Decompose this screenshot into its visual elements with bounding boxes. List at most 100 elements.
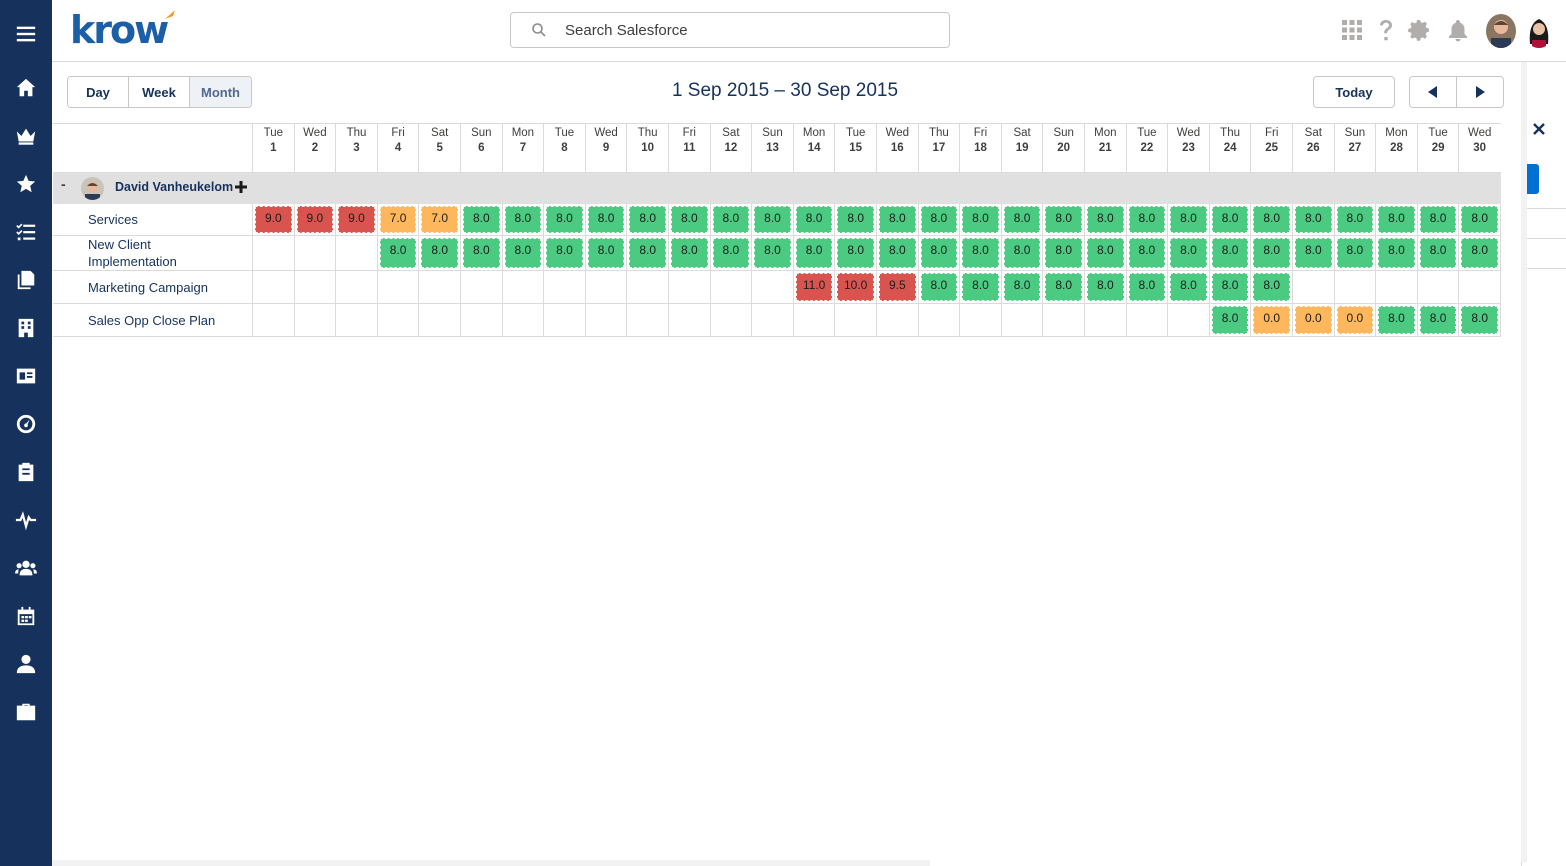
allocation-green[interactable]: 8.0 <box>754 206 791 233</box>
allocation-green[interactable]: 8.0 <box>1045 273 1082 301</box>
setup-gear-icon[interactable] <box>1406 16 1434 44</box>
allocation-green[interactable]: 8.0 <box>1170 273 1207 301</box>
day-cell[interactable] <box>1416 271 1459 303</box>
day-cell[interactable]: 0.0 <box>1333 304 1376 336</box>
day-cell[interactable] <box>876 304 918 336</box>
day-cell[interactable]: 8.0 <box>1042 204 1084 235</box>
day-cell[interactable] <box>335 304 377 336</box>
day-cell[interactable]: 8.0 <box>1375 304 1417 336</box>
day-cell[interactable] <box>543 304 585 336</box>
allocation-green[interactable]: 8.0 <box>1211 238 1249 268</box>
allocation-green[interactable]: 8.0 <box>587 238 625 268</box>
allocation-green[interactable]: 8.0 <box>1170 206 1207 233</box>
day-cell[interactable]: 8.0 <box>1042 271 1084 303</box>
day-cell[interactable]: 8.0 <box>1125 236 1168 270</box>
day-cell[interactable]: 8.0 <box>751 204 793 235</box>
day-cell[interactable] <box>1375 271 1417 303</box>
allocation-green[interactable]: 8.0 <box>962 238 999 268</box>
day-cell[interactable]: 8.0 <box>543 204 585 235</box>
day-cell[interactable] <box>293 271 336 303</box>
app-launcher-icon[interactable] <box>1338 16 1366 44</box>
day-cell[interactable] <box>1125 304 1168 336</box>
resource-row[interactable]: - David Vanheukelom <box>53 173 1501 204</box>
day-cell[interactable]: 8.0 <box>1167 271 1209 303</box>
allocation-green[interactable]: 8.0 <box>1461 206 1498 233</box>
allocation-green[interactable]: 8.0 <box>1128 273 1166 301</box>
day-cell[interactable]: 8.0 <box>1167 236 1209 270</box>
day-cell[interactable]: 8.0 <box>917 271 960 303</box>
day-cell[interactable]: 8.0 <box>1292 236 1334 270</box>
day-cell[interactable]: 8.0 <box>501 204 544 235</box>
allocation-green[interactable]: 8.0 <box>1211 306 1249 334</box>
allocation-green[interactable]: 8.0 <box>1087 238 1124 268</box>
day-cell[interactable] <box>376 271 419 303</box>
allocation-green[interactable]: 8.0 <box>879 206 916 233</box>
day-cell[interactable]: 8.0 <box>584 236 627 270</box>
allocation-green[interactable]: 8.0 <box>1461 238 1498 268</box>
day-cell[interactable] <box>1333 271 1376 303</box>
close-icon[interactable] <box>1531 121 1547 137</box>
day-cell[interactable]: 8.0 <box>1125 271 1168 303</box>
day-cell[interactable]: 8.0 <box>1208 204 1251 235</box>
day-cell[interactable]: 8.0 <box>460 204 502 235</box>
allocation-green[interactable]: 8.0 <box>962 206 999 233</box>
sidebar-item-pulse[interactable] <box>0 500 52 540</box>
sidebar-item-task-list[interactable] <box>0 212 52 252</box>
add-icon[interactable] <box>234 180 248 194</box>
day-cell[interactable]: 9.5 <box>876 271 918 303</box>
day-cell[interactable] <box>418 271 460 303</box>
day-cell[interactable] <box>543 271 585 303</box>
allocation-green[interactable]: 8.0 <box>1419 238 1457 268</box>
allocation-green[interactable]: 8.0 <box>629 206 666 233</box>
allocation-green[interactable]: 8.0 <box>1378 306 1415 334</box>
day-cell[interactable]: 8.0 <box>834 236 876 270</box>
day-cell[interactable]: 8.0 <box>917 236 960 270</box>
search-input[interactable] <box>565 21 925 39</box>
allocation-green[interactable]: 8.0 <box>920 238 958 268</box>
sidebar-item-star[interactable] <box>0 164 52 204</box>
day-cell[interactable] <box>501 271 544 303</box>
day-cell[interactable] <box>460 304 502 336</box>
day-cell[interactable]: 7.0 <box>376 204 419 235</box>
allocation-green[interactable]: 8.0 <box>795 238 833 268</box>
day-cell[interactable]: 8.0 <box>1208 271 1251 303</box>
allocation-green[interactable]: 8.0 <box>1211 206 1249 233</box>
sidebar-item-building[interactable] <box>0 308 52 348</box>
day-cell[interactable]: 8.0 <box>792 204 835 235</box>
allocation-green[interactable]: 8.0 <box>1419 306 1457 334</box>
sidebar-item-dashboard-gauge[interactable] <box>0 404 52 444</box>
sidebar-item-clipboard[interactable] <box>0 452 52 492</box>
allocation-green[interactable]: 8.0 <box>1295 238 1332 268</box>
allocation-green[interactable]: 8.0 <box>1419 206 1457 233</box>
today-button[interactable]: Today <box>1313 76 1395 108</box>
allocation-green[interactable]: 8.0 <box>1295 206 1332 233</box>
allocation-green[interactable]: 8.0 <box>1003 206 1041 233</box>
day-cell[interactable] <box>626 304 668 336</box>
day-cell[interactable]: 8.0 <box>834 204 876 235</box>
allocation-green[interactable]: 8.0 <box>671 238 708 268</box>
project-name[interactable]: Sales Opp Close Plan <box>88 312 248 329</box>
project-name[interactable]: New Client Implementation <box>88 236 208 270</box>
day-cell[interactable]: 8.0 <box>626 204 668 235</box>
day-cell[interactable] <box>1042 304 1084 336</box>
day-cell[interactable]: 8.0 <box>876 236 918 270</box>
allocation-green[interactable]: 8.0 <box>920 206 958 233</box>
day-cell[interactable] <box>584 271 627 303</box>
allocation-red[interactable]: 9.0 <box>338 206 375 233</box>
day-cell[interactable]: 8.0 <box>1250 236 1292 270</box>
day-cell[interactable] <box>252 236 294 270</box>
allocation-green[interactable]: 8.0 <box>1253 206 1290 233</box>
allocation-green[interactable]: 8.0 <box>1336 238 1374 268</box>
allocation-green[interactable]: 8.0 <box>1128 206 1166 233</box>
sidebar-item-calendar[interactable] <box>0 596 52 636</box>
day-cell[interactable] <box>1458 271 1500 303</box>
day-cell[interactable]: 8.0 <box>584 204 627 235</box>
allocation-orange[interactable]: 7.0 <box>379 206 417 233</box>
allocation-green[interactable]: 8.0 <box>463 206 500 233</box>
day-cell[interactable]: 8.0 <box>959 204 1001 235</box>
allocation-green[interactable]: 8.0 <box>1461 306 1498 334</box>
day-cell[interactable]: 8.0 <box>668 204 710 235</box>
allocation-red[interactable]: 10.0 <box>837 273 874 301</box>
allocation-green[interactable]: 8.0 <box>504 206 542 233</box>
day-cell[interactable] <box>293 236 336 270</box>
